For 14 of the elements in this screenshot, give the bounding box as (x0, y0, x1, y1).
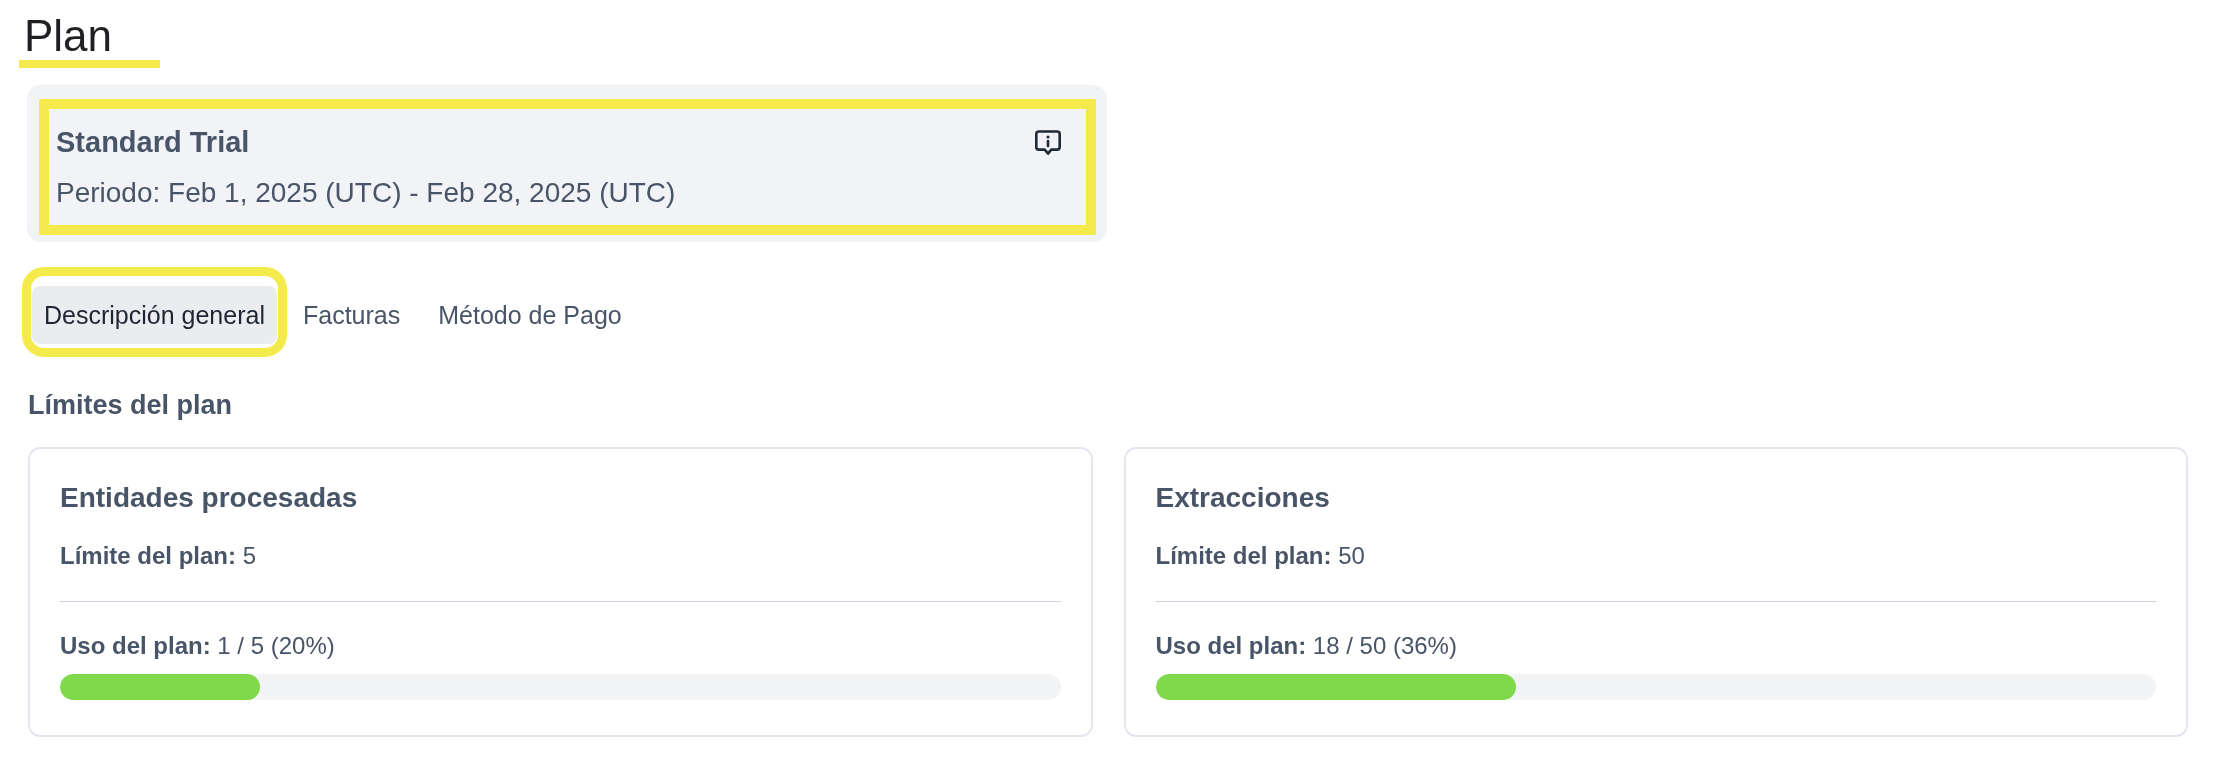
section-heading: Límites del plan (28, 388, 233, 422)
plan-usage-text: Uso del plan: 1 / 5 (20%) (60, 631, 336, 661)
card-title: Entidades procesadas (60, 481, 359, 515)
tab[interactable]: Facturas (290, 285, 413, 344)
tab[interactable]: Descripción general (32, 285, 277, 344)
card-title: Extracciones (1155, 481, 1331, 515)
plan-limit-text: Límite del plan: 5 (60, 541, 258, 571)
plan-name: Standard Trial (56, 125, 250, 161)
info-bubble-icon[interactable] (1035, 130, 1061, 156)
tab[interactable]: Método de Pago (426, 285, 634, 344)
plan-limit-text: Límite del plan: 50 (1155, 541, 1366, 571)
page-title: Plan (24, 12, 113, 61)
plan-usage-text: Uso del plan: 18 / 50 (36%) (1155, 631, 1458, 661)
plan-period: Periodo: Feb 1, 2025 (UTC) - Feb 28, 2025 (UTC) (56, 176, 677, 210)
